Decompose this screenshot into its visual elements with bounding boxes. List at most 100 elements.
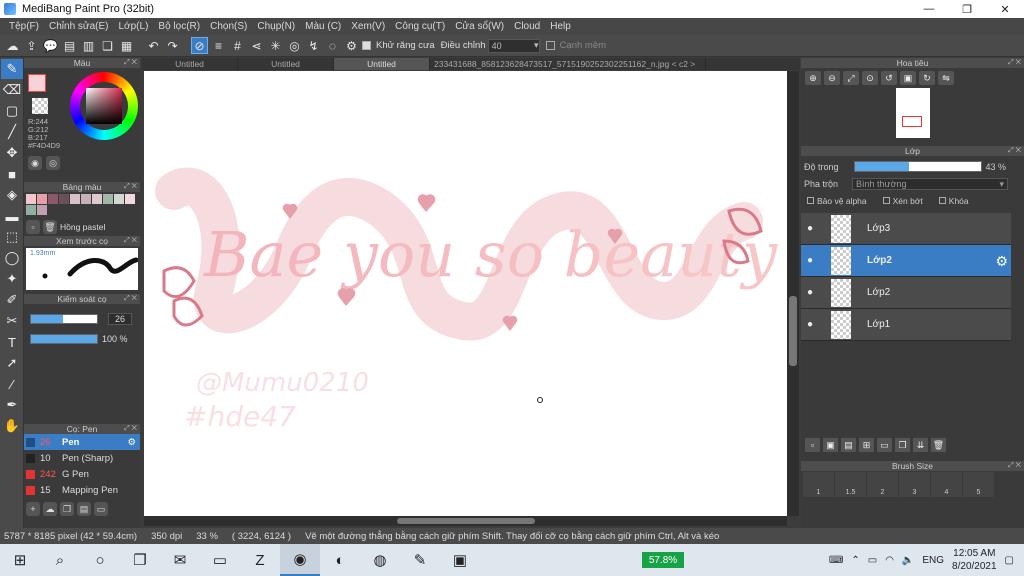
brush-size-cell[interactable]: 4 [931,472,962,497]
layer-opacity-slider[interactable] [853,161,982,172]
navigator-thumbnail[interactable] [896,88,930,138]
protect-alpha-checkbox[interactable]: Bảo vệ alpha [807,196,867,206]
canvas-vertical-scrollbar[interactable] [787,71,799,516]
brush-size-cell[interactable]: 2 [867,472,898,497]
brush-size-cell[interactable]: 1.5 [835,472,866,497]
menu-layer[interactable]: Lớp(L) [114,21,154,32]
circle-snap-icon[interactable]: ◎ [286,37,303,54]
chrome-icon[interactable]: ◉ [280,544,320,576]
menu-color[interactable]: Màu (C) [300,21,346,32]
menu-tools[interactable]: Công cụ(T) [390,21,450,32]
settings-icon[interactable]: ⚙ [343,37,360,54]
fit-window-icon[interactable]: ⤢ [843,71,859,85]
zoom-in-icon[interactable]: ⊕ [805,71,821,85]
document-tab[interactable]: 233431688_858123628473517_57151902523022… [430,58,706,70]
select-tool-icon[interactable]: ⬚ [1,227,23,247]
edge-icon[interactable]: ◐ [320,544,360,576]
correction-select[interactable]: 40 ▾ [487,38,540,53]
cross-snap-icon[interactable]: # [229,37,246,54]
palette-swatch[interactable] [26,205,36,215]
restore-button[interactable]: ❐ [948,0,986,18]
brush-item[interactable]: 242 G Pen [24,466,140,482]
visibility-dot-icon[interactable]: ● [801,223,819,234]
drawing-canvas[interactable]: Bae you so beauty @Mumu0210 #hde47 [144,71,787,516]
brush-copy-icon[interactable]: ❐ [60,502,74,516]
menu-edit[interactable]: Chỉnh sửa(E) [44,21,114,32]
duplicate-layer-icon[interactable]: ❐ [895,438,910,452]
cloud-icon[interactable]: ☁ [4,37,21,54]
bucket-tool-icon[interactable]: ◈ [1,185,23,205]
brush-size-cell[interactable]: 1 [803,472,834,497]
canvas-horizontal-scrollbar[interactable] [144,516,787,526]
saturation-square[interactable] [86,88,122,124]
palette-swatch[interactable] [48,194,58,204]
new-8bit-layer-icon[interactable]: ▤ [841,438,856,452]
keyboard-icon[interactable]: ⌨ [829,555,843,566]
new-palette-icon[interactable]: ▫ [26,220,40,234]
brush-settings-gear-icon[interactable]: ⚙ [127,437,136,448]
notification-icon[interactable]: ▢ [1005,555,1014,566]
hand-tool-icon[interactable]: ✋ [1,416,23,436]
new-halftone-layer-icon[interactable]: ▣ [823,438,838,452]
chevron-up-icon[interactable]: ⌃ [851,555,859,566]
volume-icon[interactable]: 🔈 [902,555,914,566]
rotate-right-icon[interactable]: ↻ [919,71,935,85]
brush-export-icon[interactable]: ▤ [77,502,91,516]
grid-icon[interactable]: ▦ [118,37,135,54]
clock[interactable]: 12:05 AM 8/20/2021 [952,547,997,573]
search-icon[interactable]: ⌕ [40,544,80,576]
mail-icon[interactable]: ✉ [160,544,200,576]
fill-rect-tool-icon[interactable]: ■ [1,164,23,184]
brush-item[interactable]: 15 Mapping Pen [24,482,140,498]
palette-swatch[interactable] [125,194,135,204]
paint-app-icon[interactable]: ✎ [400,544,440,576]
move-tool-icon[interactable]: ✥ [1,143,23,163]
ellipse-snap-icon[interactable]: ◌ [324,37,341,54]
palette-swatch[interactable] [59,194,69,204]
windows-start-icon[interactable]: ⊞ [0,544,40,576]
lasso-tool-icon[interactable]: ◯ [1,248,23,268]
zalo-icon[interactable]: Z [240,544,280,576]
radial-snap-icon[interactable]: ✳ [267,37,284,54]
snap-off-icon[interactable]: ⊘ [191,37,208,54]
document-tab[interactable]: Untitled [142,58,238,70]
fit-canvas-icon[interactable]: ▣ [900,71,916,85]
redo-icon[interactable]: ↷ [164,37,181,54]
curve-snap-icon[interactable]: ↯ [305,37,322,54]
layer-folder-icon[interactable]: ▭ [877,438,892,452]
undo-icon[interactable]: ↶ [145,37,162,54]
brush-tool-icon[interactable]: ✎ [1,59,23,79]
color-mode-icon[interactable]: ◉ [28,156,42,170]
color-wheel[interactable] [70,72,138,140]
cortana-icon[interactable]: ○ [80,544,120,576]
comment-icon[interactable]: 💬 [42,37,59,54]
close-button[interactable]: ✕ [986,0,1024,18]
layer-row[interactable]: ● Lớp3 [801,213,1011,245]
layer-row[interactable]: ● Lớp1 [801,309,1011,341]
task-view-icon[interactable]: ❐ [120,544,160,576]
medibang-icon[interactable]: ▣ [440,544,480,576]
palette-swatch[interactable] [103,194,113,204]
delete-layer-icon[interactable]: 🗑 [931,438,946,452]
brush-size-value[interactable]: 26 [108,313,132,325]
rectangle-tool-icon[interactable]: ▢ [1,101,23,121]
palette-swatch[interactable] [37,194,47,204]
brush-size-cell[interactable]: 3 [899,472,930,497]
zoom-reset-icon[interactable]: ⊙ [862,71,878,85]
layer-row-selected[interactable]: ● Lớp2 ⚙ [801,245,1011,277]
brush-cloud-icon[interactable]: ☁ [43,502,57,516]
clipping-checkbox[interactable]: Xén bớt [882,196,923,206]
menu-view[interactable]: Xem(V) [346,21,390,32]
layer-row[interactable]: ● Lớp2 [801,277,1011,309]
menu-cloud[interactable]: Cloud [509,21,545,32]
menu-file[interactable]: Tệp(F) [4,21,44,32]
palette-swatch[interactable] [26,194,36,204]
brush-folder-icon[interactable]: ▭ [94,502,108,516]
flip-icon[interactable]: ⇋ [938,71,954,85]
brush-opacity-slider[interactable] [30,334,98,344]
brush-item[interactable]: 10 Pen (Sharp) [24,450,140,466]
divide-tool-icon[interactable]: ⁄ [1,374,23,394]
document-icon[interactable]: ▥ [80,37,97,54]
minimize-button[interactable]: — [910,0,948,18]
palette-swatch[interactable] [92,194,102,204]
